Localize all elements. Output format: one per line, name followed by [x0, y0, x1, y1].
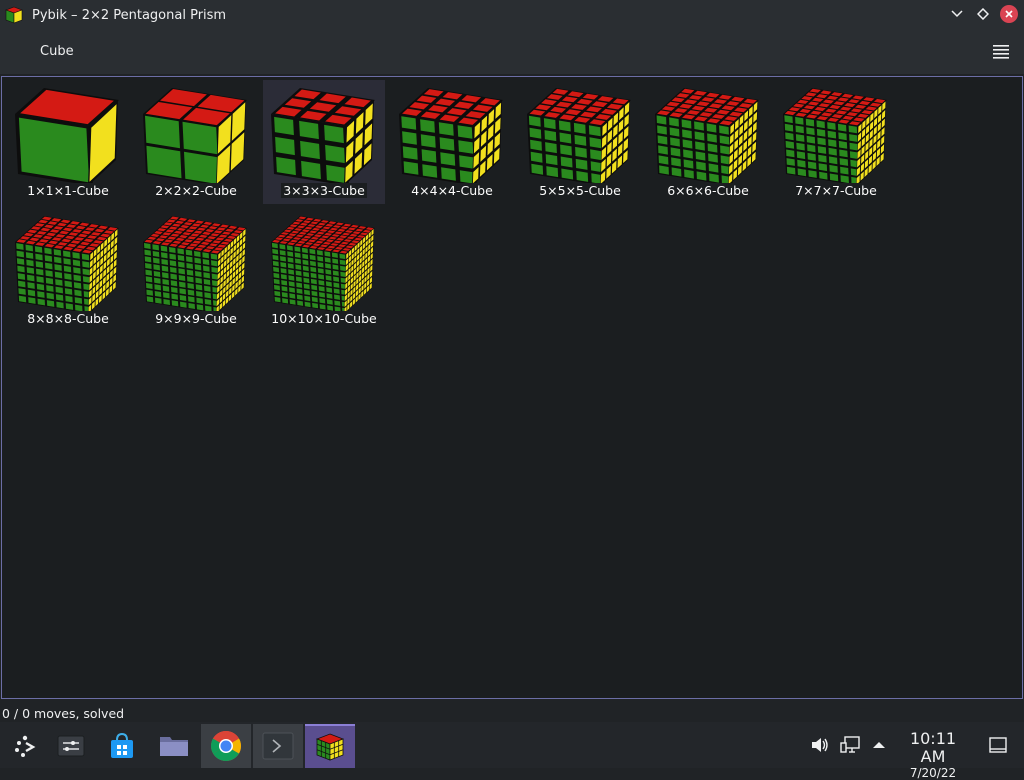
status-bar: 0 / 0 moves, solved [0, 700, 1024, 722]
system-settings-button[interactable] [46, 724, 96, 768]
cube-thumbnail [655, 88, 759, 186]
pybik-app-icon [5, 6, 23, 24]
close-button[interactable] [1000, 5, 1018, 23]
file-manager-icon [160, 737, 188, 756]
volume-icon [812, 738, 828, 752]
puzzle-item[interactable]: 4×4×4-Cube [391, 80, 513, 204]
show-desktop-button[interactable] [988, 735, 1008, 755]
system-settings-icon [57, 735, 85, 757]
puzzle-label: 10×10×10-Cube [263, 311, 385, 326]
puzzle-item[interactable]: 2×2×2-Cube [135, 80, 257, 204]
puzzle-label-text: 10×10×10-Cube [269, 311, 379, 326]
moves-status: 0 / 0 moves, solved [2, 706, 125, 721]
pybik-icon [315, 733, 345, 761]
terminal-button[interactable] [253, 724, 303, 768]
terminal-icon [262, 732, 294, 760]
puzzle-label: 5×5×5-Cube [519, 183, 641, 198]
chrome-icon [210, 730, 242, 762]
tray-expand-icon [873, 742, 885, 748]
puzzle-label: 1×1×1-Cube [7, 183, 129, 198]
cube-thumbnail [399, 88, 503, 186]
puzzle-item[interactable]: 10×10×10-Cube [263, 208, 385, 332]
puzzle-label: 8×8×8-Cube [7, 311, 129, 326]
puzzle-label-text: 1×1×1-Cube [25, 183, 111, 198]
chevron-down-icon [951, 10, 963, 18]
clock-date: 7/20/22 [909, 766, 957, 780]
puzzle-item[interactable]: 8×8×8-Cube [7, 208, 129, 332]
app-launcher-button[interactable] [0, 724, 50, 768]
puzzle-label: 7×7×7-Cube [775, 183, 897, 198]
network-icon [840, 736, 860, 753]
chrome-button[interactable] [201, 724, 251, 768]
menu-bar: Cube [0, 30, 1024, 74]
cube-menu[interactable]: Cube [28, 42, 86, 61]
maximize-button[interactable] [974, 5, 992, 23]
volume-button[interactable] [810, 735, 830, 755]
puzzle-label: 6×6×6-Cube [647, 183, 769, 198]
file-manager-button[interactable] [149, 724, 199, 768]
puzzle-item[interactable]: 6×6×6-Cube [647, 80, 769, 204]
puzzle-label-text: 4×4×4-Cube [409, 183, 495, 198]
store-button[interactable] [97, 724, 147, 768]
store-icon [111, 732, 133, 758]
puzzle-label-text: 5×5×5-Cube [537, 183, 623, 198]
taskbar: 10:11 AM 7/20/22 [0, 722, 1024, 780]
cube-thumbnail [527, 88, 631, 186]
puzzle-item[interactable]: 1×1×1-Cube [7, 80, 129, 204]
puzzle-label-text: 8×8×8-Cube [25, 311, 111, 326]
app-launcher-icon [15, 735, 36, 757]
puzzle-item[interactable]: 3×3×3-Cube [263, 80, 385, 204]
puzzle-label: 9×9×9-Cube [135, 311, 257, 326]
tray-expand-button[interactable] [869, 735, 889, 755]
puzzle-label-text: 7×7×7-Cube [793, 183, 879, 198]
cube-thumbnail [143, 88, 247, 186]
pybik-task-button[interactable] [305, 724, 355, 768]
clock[interactable]: 10:11 AM 7/20/22 [896, 730, 970, 780]
cube-thumbnail [15, 216, 119, 314]
cube-thumbnail [783, 88, 887, 186]
network-button[interactable] [840, 735, 860, 755]
close-icon [1005, 10, 1013, 18]
puzzle-item[interactable]: 7×7×7-Cube [775, 80, 897, 204]
puzzle-label-text: 9×9×9-Cube [153, 311, 239, 326]
clock-time: 10:11 AM [909, 729, 957, 766]
puzzle-label-text: 6×6×6-Cube [665, 183, 751, 198]
cube-thumbnail [271, 216, 375, 314]
minimize-button[interactable] [948, 5, 966, 23]
title-bar: Pybik – 2×2 Pentagonal Prism [0, 0, 1024, 30]
cube-thumbnail [15, 88, 119, 186]
hamburger-menu-button[interactable] [992, 43, 1010, 61]
cube-thumbnail [271, 88, 375, 186]
show-desktop-icon [989, 737, 1007, 753]
puzzle-label: 2×2×2-Cube [135, 183, 257, 198]
hamburger-icon [993, 45, 1009, 59]
puzzle-label-text: 2×2×2-Cube [153, 183, 239, 198]
diamond-icon [977, 8, 989, 20]
puzzle-label: 3×3×3-Cube [263, 183, 385, 198]
puzzle-item[interactable]: 9×9×9-Cube [135, 208, 257, 332]
window-title: Pybik – 2×2 Pentagonal Prism [32, 7, 227, 23]
puzzle-selection-area: 1×1×1-Cube 2×2×2-Cube 3×3×3-Cube 4×4×4-Cube… [1, 76, 1023, 699]
puzzle-item[interactable]: 5×5×5-Cube [519, 80, 641, 204]
puzzle-label: 4×4×4-Cube [391, 183, 513, 198]
puzzle-label-text: 3×3×3-Cube [281, 183, 367, 198]
cube-thumbnail [143, 216, 247, 314]
